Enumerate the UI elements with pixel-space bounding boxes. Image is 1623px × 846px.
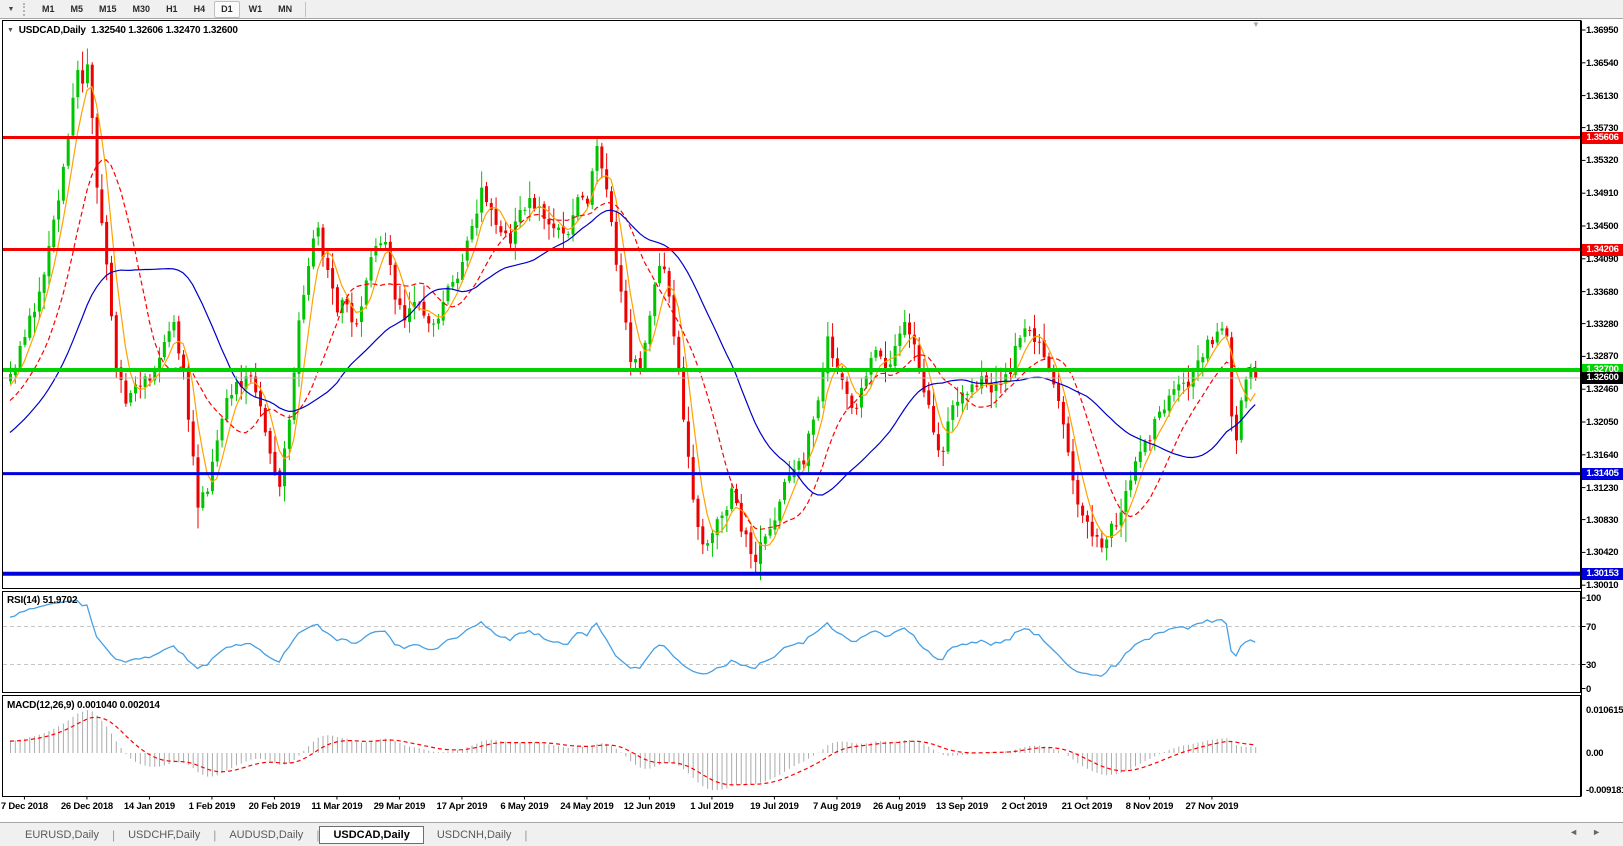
date-tick-label: 26 Aug 2019: [872, 801, 926, 812]
scale-label: 0.00: [1586, 748, 1604, 759]
timeframe-button-m1[interactable]: M1: [35, 1, 62, 18]
candlestick-chart-canvas[interactable]: [0, 19, 1623, 822]
date-tick-label: 2 Oct 2019: [1001, 801, 1048, 812]
chevron-down-icon[interactable]: ▼: [3, 2, 19, 17]
scale-label: 1.31640: [1586, 449, 1619, 461]
timeframe-button-w1[interactable]: W1: [242, 1, 270, 18]
chart-tab-usdchf[interactable]: USDCHF,Daily: [115, 826, 213, 844]
toolbar-separator: [305, 1, 307, 17]
scale-label: 1.36950: [1586, 25, 1619, 36]
scale-label: 1.32870: [1586, 351, 1619, 363]
timeframe-toolbar: ▼ M1 M5 M15 M30 H1 H4 D1 W1 MN: [0, 0, 1623, 19]
date-tick-label: 1 Jul 2019: [690, 801, 734, 812]
price-level-badge: 1.31405: [1582, 467, 1623, 480]
scale-label: 1.33680: [1586, 286, 1619, 298]
timeframe-button-m15[interactable]: M15: [92, 1, 124, 18]
date-tick-label: 29 Mar 2019: [373, 801, 426, 812]
date-tick-label: 27 Nov 2019: [1185, 801, 1239, 812]
scale-label: 1.30830: [1586, 514, 1619, 526]
chart-title: ▼ USDCAD,Daily 1.32540 1.32606 1.32470 1.…: [7, 25, 238, 36]
price-level-badge: 1.32600: [1582, 372, 1623, 384]
scale-label: 1.36130: [1586, 90, 1619, 102]
chart-tab-audusd[interactable]: AUDUSD,Daily: [216, 826, 316, 844]
date-tick-label: 6 May 2019: [500, 801, 549, 812]
timeframe-button-h1[interactable]: H1: [159, 1, 185, 18]
toolbar-grip[interactable]: [23, 2, 30, 16]
date-tick-label: 7 Dec 2018: [0, 801, 48, 812]
chart-tab-bar: EURUSD,Daily | USDCHF,Daily | AUDUSD,Daily | U…: [0, 822, 1623, 846]
price-level-badge: 1.34206: [1582, 243, 1623, 256]
scale-label: 1.33280: [1586, 318, 1619, 330]
price-level-badge: 1.30153: [1582, 567, 1623, 580]
date-tick-label: 21 Oct 2019: [1061, 801, 1113, 812]
scale-label: 1.34500: [1586, 221, 1619, 232]
date-tick-label: 26 Dec 2018: [60, 801, 114, 812]
date-tick-label: 17 Apr 2019: [436, 801, 488, 812]
timeframe-button-m5[interactable]: M5: [64, 1, 91, 18]
collapse-triangle-icon[interactable]: ▼: [7, 27, 14, 34]
date-tick-label: 19 Jul 2019: [750, 801, 799, 812]
scale-label: 1.32460: [1586, 384, 1619, 396]
scale-label: 1.35320: [1586, 155, 1619, 167]
macd-indicator-label: MACD(12,26,9) 0.001040 0.002014: [7, 700, 160, 711]
date-tick-label: 7 Aug 2019: [813, 801, 861, 812]
tab-scroll-left-icon[interactable]: ◄: [1569, 827, 1592, 837]
timeframe-button-mn[interactable]: MN: [271, 1, 299, 18]
chart-tab-usdcad[interactable]: USDCAD,Daily: [319, 825, 424, 844]
date-tick-label: 1 Feb 2019: [188, 801, 236, 812]
rsi-indicator-label: RSI(14) 51.9702: [7, 595, 78, 606]
scale-label: 70: [1586, 621, 1596, 633]
scale-label: 1.34910: [1586, 188, 1619, 200]
scale-label: 1.30420: [1586, 547, 1619, 559]
date-tick-label: 14 Jan 2019: [123, 801, 175, 812]
ohlc-values: 1.32540 1.32606 1.32470 1.32600: [90, 25, 238, 36]
scale-label: 0: [1586, 683, 1591, 695]
date-tick-label: 24 May 2019: [560, 801, 614, 812]
tab-separator: |: [524, 827, 528, 842]
price-level-badge: 1.35606: [1582, 131, 1623, 144]
chart-tab-usdcnh[interactable]: USDCNH,Daily: [424, 826, 525, 844]
date-tick-label: 8 Nov 2019: [1125, 801, 1174, 812]
timeframe-button-m30[interactable]: M30: [126, 1, 158, 18]
date-tick-label: 20 Feb 2019: [248, 801, 301, 812]
scale-label: 1.31230: [1586, 482, 1619, 494]
chart-window: ▼ USDCAD,Daily 1.32540 1.32606 1.32470 1.…: [0, 19, 1623, 822]
chart-shift-marker-icon[interactable]: ▼: [1252, 20, 1260, 29]
scale-label: 100: [1586, 593, 1601, 604]
date-tick-label: 12 Jun 2019: [623, 801, 676, 812]
scale-label: 1.30010: [1586, 580, 1619, 592]
date-tick-label: 11 Mar 2019: [311, 801, 363, 812]
scale-label: 1.36540: [1586, 57, 1619, 69]
scale-label: 1.32050: [1586, 417, 1619, 428]
timeframe-button-h4[interactable]: H4: [187, 1, 213, 18]
tab-scroll-right-icon[interactable]: ►: [1592, 827, 1615, 837]
symbol-period-label: USDCAD,Daily: [18, 25, 86, 36]
scale-label: -0.009181: [1586, 785, 1623, 797]
scale-label: 30: [1586, 659, 1596, 671]
date-tick-label: 13 Sep 2019: [935, 801, 989, 812]
scale-label: 0.010615: [1586, 705, 1623, 717]
chart-tab-eurusd[interactable]: EURUSD,Daily: [12, 826, 112, 844]
timeframe-button-d1[interactable]: D1: [214, 0, 240, 18]
